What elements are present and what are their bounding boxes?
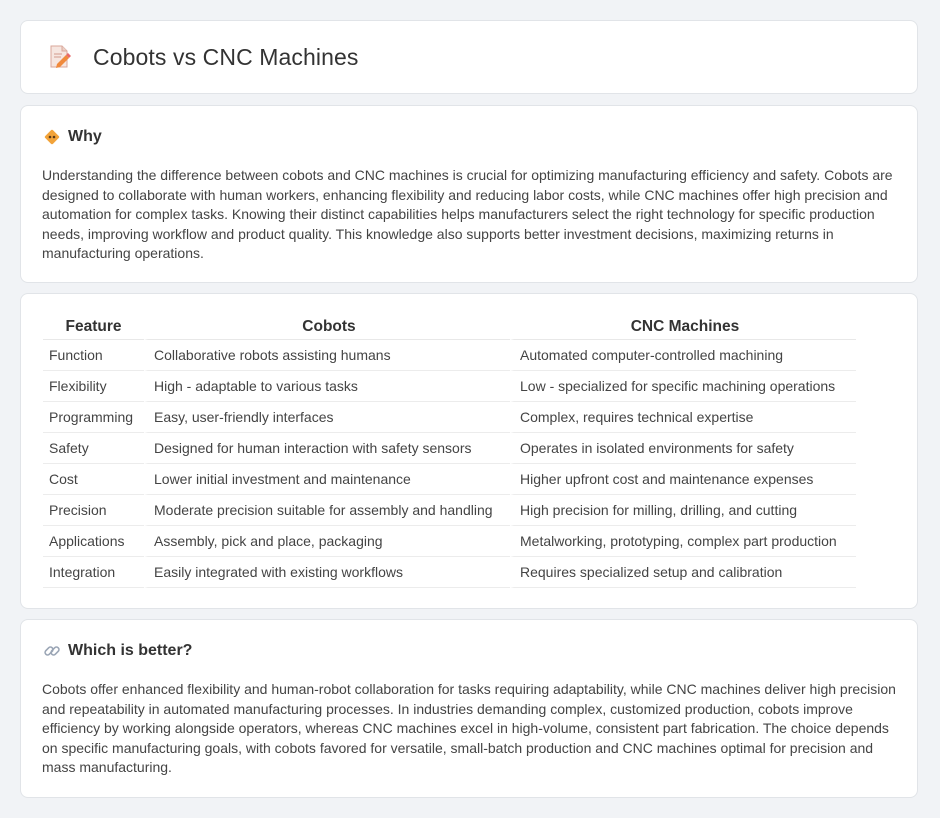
table-row: Precision Moderate precision suitable fo… [43,495,856,526]
link-icon [43,642,61,660]
cobots-cell: Easily integrated with existing workflow… [144,557,510,588]
table-row: Flexibility High - adaptable to various … [43,371,856,402]
why-card: Why Understanding the difference between… [20,105,918,283]
feature-cell: Programming [43,402,144,433]
cobots-cell: High - adaptable to various tasks [144,371,510,402]
cnc-cell: Operates in isolated environments for sa… [510,433,856,464]
cnc-cell: Low - specialized for specific machining… [510,371,856,402]
title-row: Cobots vs CNC Machines [47,43,359,71]
comparison-table: Feature Cobots CNC Machines Function Col… [43,314,856,588]
cobots-cell: Lower initial investment and maintenance [144,464,510,495]
cobots-cell: Assembly, pick and place, packaging [144,526,510,557]
better-text: Cobots offer enhanced flexibility and hu… [42,681,896,775]
feature-cell: Precision [43,495,144,526]
cnc-cell: Automated computer-controlled machining [510,340,856,371]
feature-cell: Cost [43,464,144,495]
title-card: Cobots vs CNC Machines [20,20,918,94]
diamond-warning-icon [43,128,61,146]
cobots-cell: Designed for human interaction with safe… [144,433,510,464]
header-cobots: Cobots [144,314,510,340]
cnc-cell: Requires specialized setup and calibrati… [510,557,856,588]
feature-cell: Integration [43,557,144,588]
feature-cell: Flexibility [43,371,144,402]
cnc-cell: High precision for milling, drilling, an… [510,495,856,526]
cnc-cell: Complex, requires technical expertise [510,402,856,433]
which-better-card: Which is better? Cobots offer enhanced f… [20,619,918,798]
cobots-cell: Easy, user-friendly interfaces [144,402,510,433]
header-feature: Feature [43,314,144,340]
feature-cell: Applications [43,526,144,557]
why-text: Understanding the difference between cob… [42,167,893,261]
feature-cell: Safety [43,433,144,464]
better-title: Which is better? [68,642,193,659]
cobots-cell: Moderate precision suitable for assembly… [144,495,510,526]
cobots-cell: Collaborative robots assisting humans [144,340,510,371]
comparison-card: Feature Cobots CNC Machines Function Col… [20,293,918,609]
feature-cell: Function [43,340,144,371]
header-cnc: CNC Machines [510,314,856,340]
table-row: Safety Designed for human interaction wi… [43,433,856,464]
table-row: Function Collaborative robots assisting … [43,340,856,371]
document-edit-icon [47,43,73,71]
why-title: Why [68,128,102,145]
why-heading: Why [43,128,102,146]
table-row: Applications Assembly, pick and place, p… [43,526,856,557]
cnc-cell: Metalworking, prototyping, complex part … [510,526,856,557]
better-heading: Which is better? [43,642,192,660]
table-header-row: Feature Cobots CNC Machines [43,314,856,340]
table-row: Integration Easily integrated with exist… [43,557,856,588]
page-title: Cobots vs CNC Machines [93,43,359,70]
cnc-cell: Higher upfront cost and maintenance expe… [510,464,856,495]
table-row: Cost Lower initial investment and mainte… [43,464,856,495]
table-row: Programming Easy, user-friendly interfac… [43,402,856,433]
